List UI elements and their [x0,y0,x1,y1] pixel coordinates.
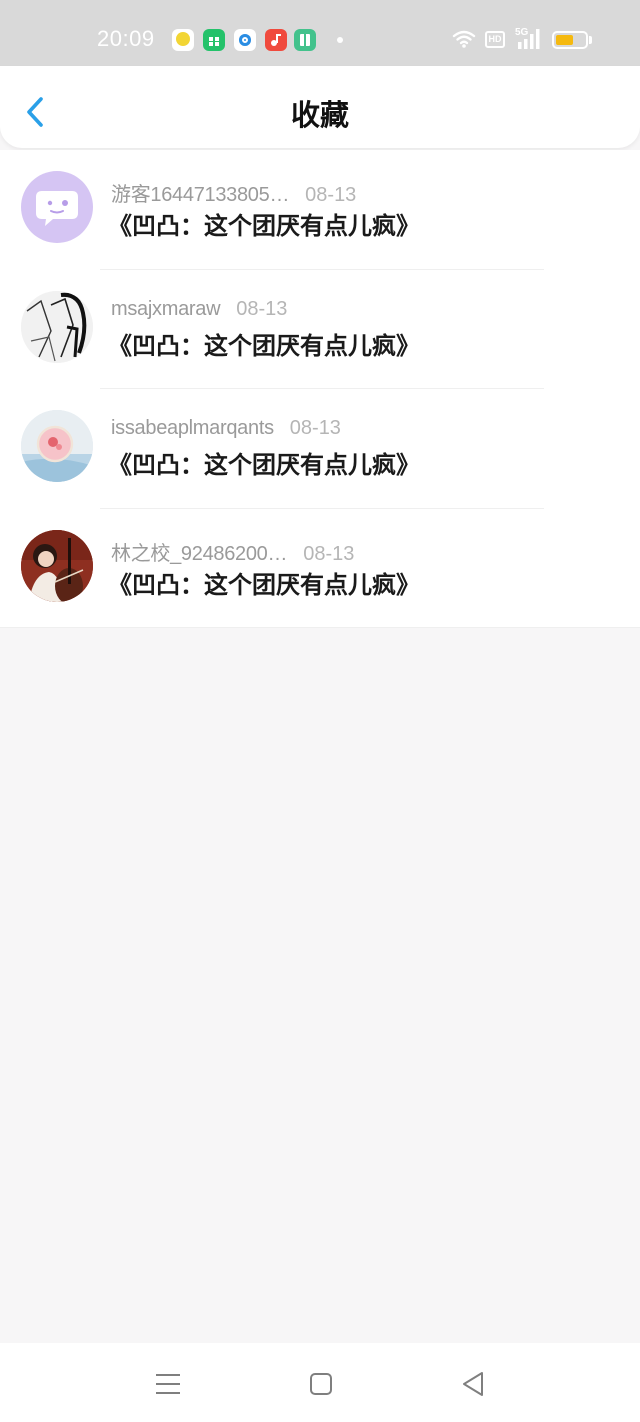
app-notification-icon [172,29,194,51]
browser-icon [234,29,256,51]
username[interactable]: 游客16447133805… [111,184,289,206]
notification-dot-icon [337,37,343,43]
signal-icon [518,29,540,49]
battery-cap [589,36,592,44]
item-title[interactable]: 《凹凸：这个团厌有点儿疯》 [108,206,420,241]
hd-badge: HD [485,31,505,48]
reader-icon [294,29,316,51]
meta-line: 游客16447133805… 08-13 [111,178,356,207]
avatar[interactable] [21,171,93,243]
favorites-list: 游客16447133805… 08-13 《凹凸：这个团厌有点儿疯》 msajxm… [0,150,640,628]
username[interactable]: 林之校_92486200… [111,543,288,565]
menu-icon[interactable] [156,1373,180,1395]
sketch-avatar-icon [21,290,93,363]
avatar[interactable] [21,529,93,602]
item-title[interactable]: 《凹凸：这个团厌有点儿疯》 [108,565,420,600]
username[interactable]: msajxmaraw [111,298,221,320]
list-item[interactable]: 游客16447133805… 08-13 《凹凸：这个团厌有点儿疯》 [0,150,640,270]
cello-girl-avatar-icon [21,529,93,602]
list-item[interactable]: 林之校_92486200… 08-13 《凹凸：这个团厌有点儿疯》 [0,509,640,628]
home-icon[interactable] [310,1373,332,1395]
app-store-icon [203,29,225,51]
music-icon [265,29,287,51]
meta-line: msajxmaraw 08-13 [111,298,287,321]
battery-level-fill [556,35,573,45]
back-triangle-icon[interactable] [462,1371,484,1397]
avatar[interactable] [21,290,93,363]
system-nav-bar [0,1343,640,1422]
meta-line: 林之校_92486200… 08-13 [111,537,354,566]
pendant-avatar-icon [21,410,93,482]
page-title: 收藏 [290,98,349,132]
item-title[interactable]: 《凹凸：这个团厌有点儿疯》 [108,326,420,361]
item-title[interactable]: 《凹凸：这个团厌有点儿疯》 [108,445,420,480]
battery-icon [552,31,588,49]
list-item[interactable]: issabeaplmarqants 08-13 《凹凸：这个团厌有点儿疯》 [0,389,640,509]
wifi-icon [452,30,476,48]
status-bar: 20:09 HD 5G [0,0,640,66]
nav-header: 收藏 [0,66,640,148]
chat-bubble-avatar-icon [36,191,78,226]
meta-line: issabeaplmarqants 08-13 [111,417,341,440]
list-item[interactable]: msajxmaraw 08-13 《凹凸：这个团厌有点儿疯》 [0,270,640,389]
divider [0,627,640,628]
date: 08-13 [236,297,288,320]
avatar[interactable] [21,410,93,482]
date: 08-13 [303,542,355,565]
username[interactable]: issabeaplmarqants [111,417,274,439]
status-time: 20:09 [97,26,155,51]
date: 08-13 [305,184,357,206]
date: 08-13 [289,417,341,439]
